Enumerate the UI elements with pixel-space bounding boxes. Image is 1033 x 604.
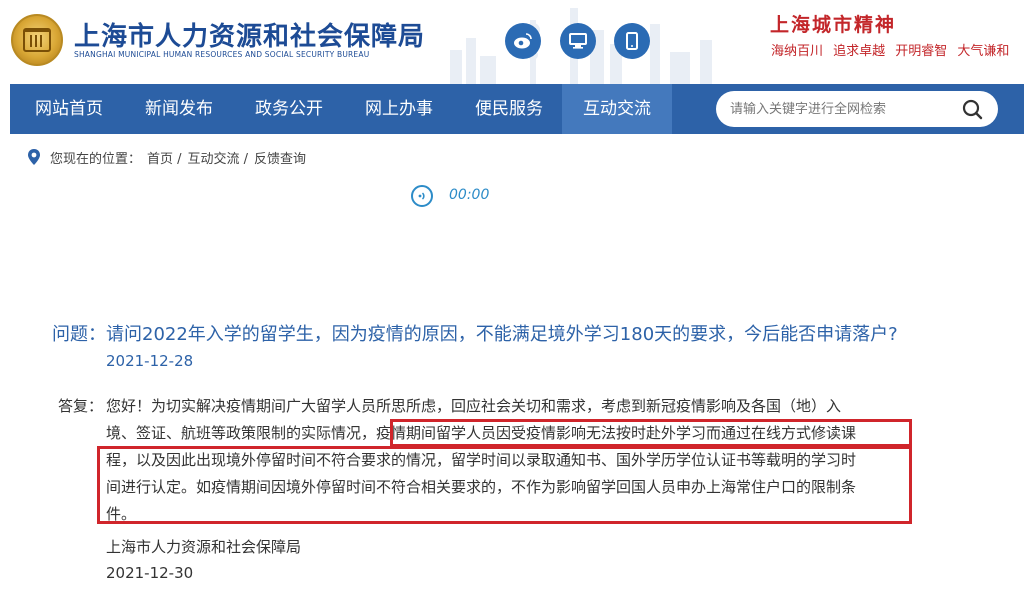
- highlight-box-bottom: [97, 446, 912, 524]
- answer-line: 您好！为切实解决疫情期间广大留学人员所思所虑，回应社会关切和需求，考虑到新冠疫情…: [106, 397, 842, 415]
- weibo-icon[interactable]: [505, 23, 541, 59]
- nav-item-news[interactable]: 新闻发布: [132, 84, 226, 134]
- question-label: 问题：: [52, 324, 106, 345]
- site-title[interactable]: 上海市人力资源和社会保障局: [74, 16, 425, 53]
- slogan-items: 海纳百川 追求卓越 开明睿智 大气谦和: [771, 44, 1010, 59]
- search-box: [716, 91, 998, 127]
- highlight-box-top: [390, 419, 912, 447]
- nav-item-home[interactable]: 网站首页: [22, 84, 116, 134]
- main-nav: 网站首页 新闻发布 政务公开 网上办事 便民服务 互动交流: [10, 84, 1024, 134]
- emblem-logo[interactable]: [11, 14, 63, 66]
- site-subtitle: SHANGHAI MUNICIPAL HUMAN RESOURCES AND S…: [74, 50, 370, 59]
- answer-label: 答复：: [58, 397, 104, 415]
- breadcrumb-item-interaction[interactable]: 互动交流 /: [188, 152, 249, 167]
- location-pin-icon: [26, 148, 42, 166]
- answer-organization: 上海市人力资源和社会保障局: [106, 538, 302, 556]
- page: 上海市人力资源和社会保障局 SHANGHAI MUNICIPAL HUMAN R…: [0, 0, 1033, 604]
- breadcrumb-item-home[interactable]: 首页 /: [147, 152, 182, 167]
- audio-play-button[interactable]: [411, 185, 433, 207]
- search-input[interactable]: [730, 91, 950, 127]
- breadcrumb-item-feedback[interactable]: 反馈查询: [254, 152, 306, 167]
- audio-time: 00:00: [449, 187, 490, 203]
- breadcrumb-prefix: 您现在的位置：: [50, 152, 142, 167]
- site-header: 上海市人力资源和社会保障局 SHANGHAI MUNICIPAL HUMAN R…: [0, 0, 1033, 84]
- nav-item-interaction[interactable]: 互动交流: [562, 84, 672, 134]
- question-text: 请问2022年入学的留学生，因为疫情的原因，不能满足境外学习180天的要求，今后…: [106, 324, 898, 345]
- sound-icon: [418, 192, 425, 200]
- nav-item-public-service[interactable]: 便民服务: [462, 84, 556, 134]
- nav-item-affairs[interactable]: 政务公开: [242, 84, 336, 134]
- answer-date: 2021-12-30: [106, 564, 194, 582]
- search-icon[interactable]: [960, 97, 986, 121]
- desktop-icon[interactable]: [560, 23, 596, 59]
- slogan-title: 上海城市精神: [770, 14, 897, 36]
- nav-item-online-service[interactable]: 网上办事: [352, 84, 446, 134]
- mobile-icon[interactable]: [614, 23, 650, 59]
- question-date: 2021-12-28: [106, 352, 194, 370]
